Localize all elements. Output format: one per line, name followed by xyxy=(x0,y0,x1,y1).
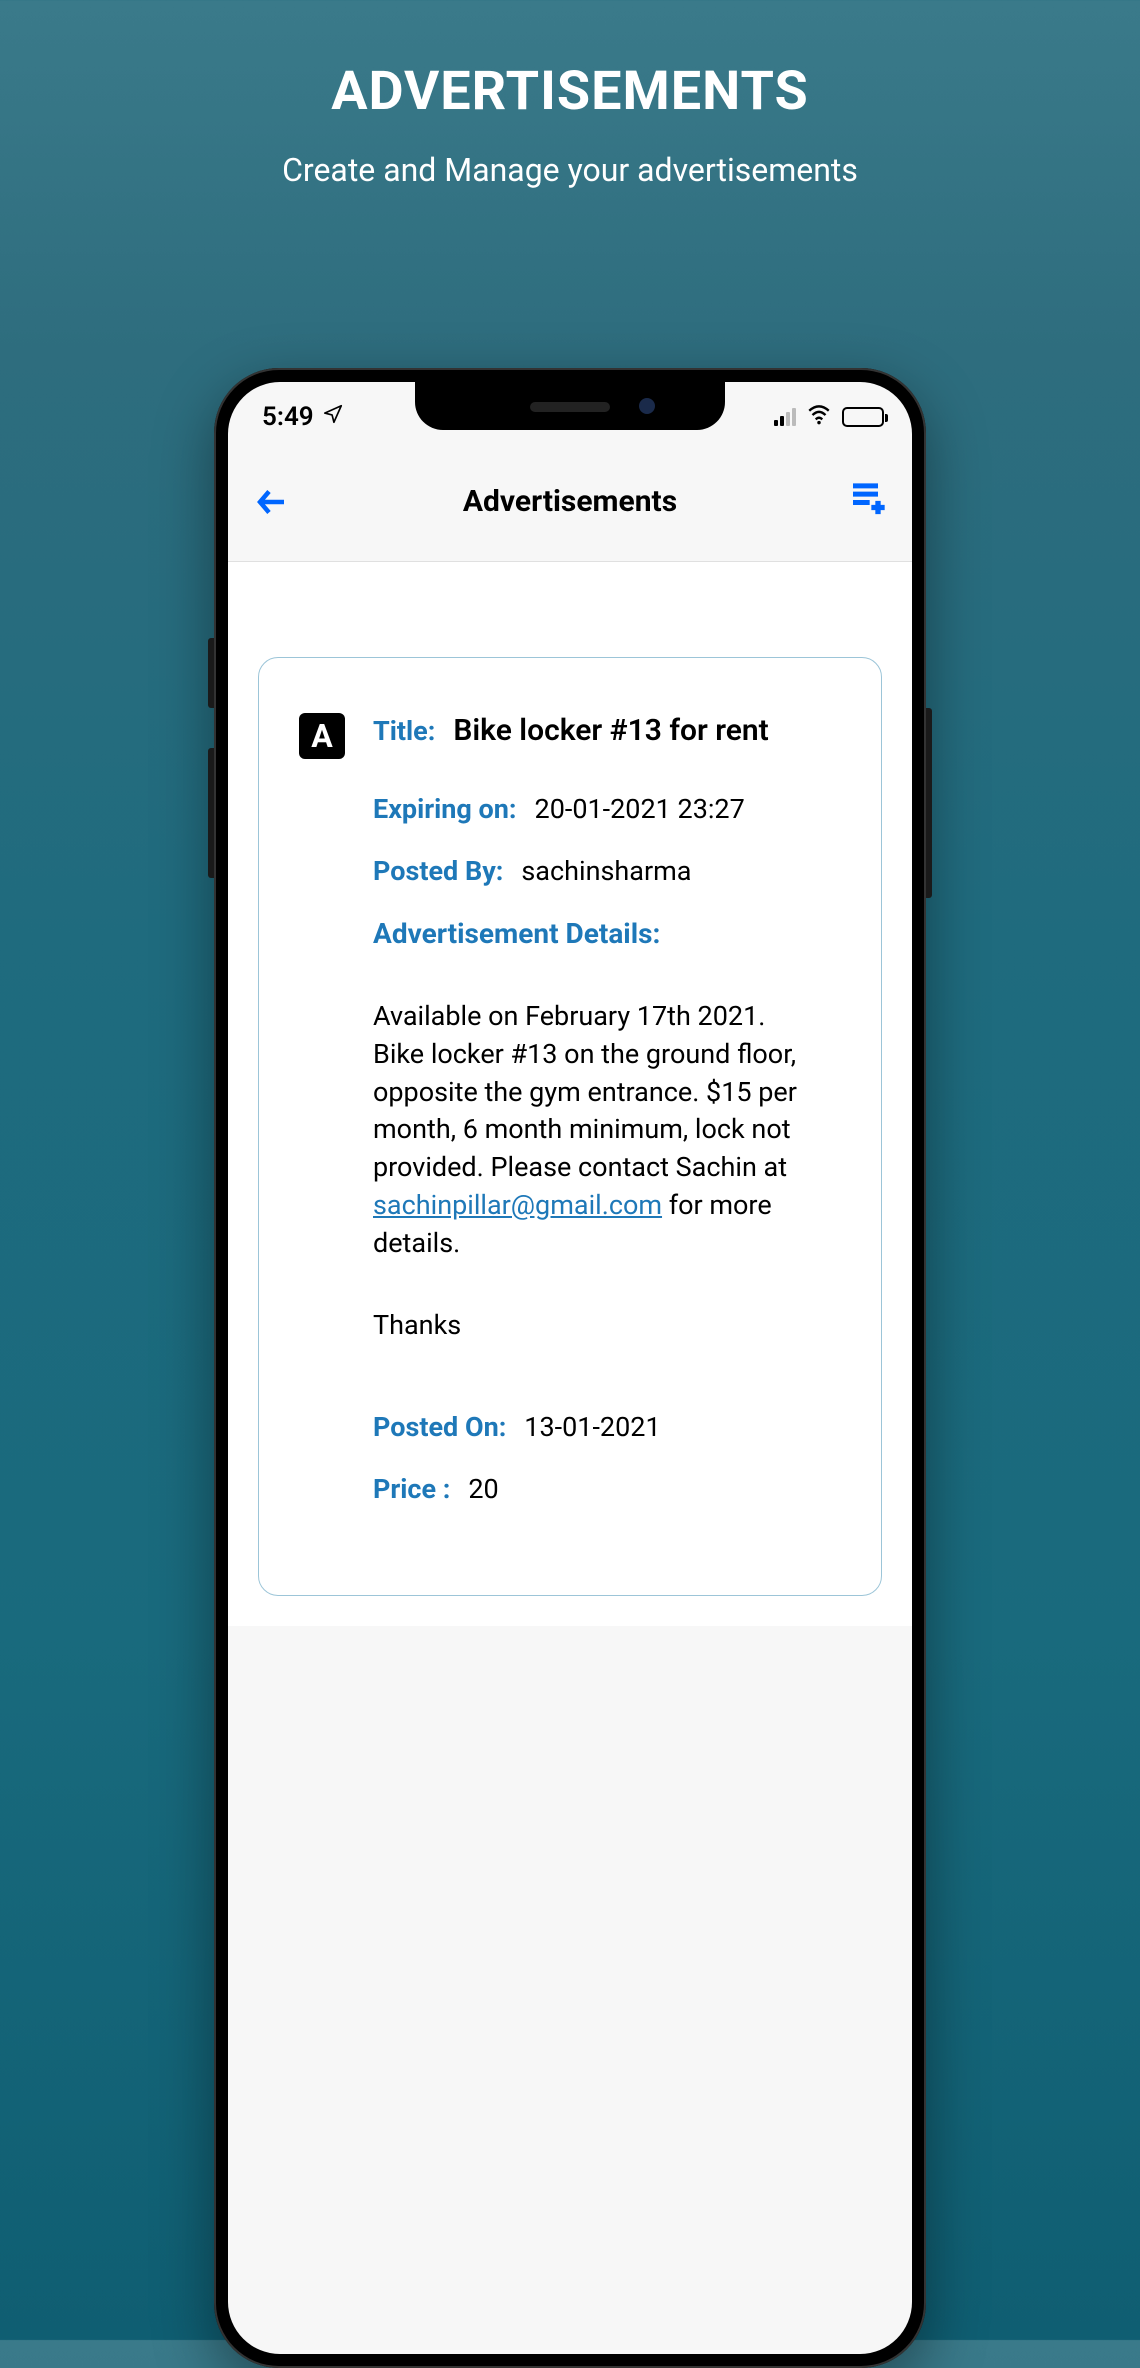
posted-by-value: sachinsharma xyxy=(521,855,691,887)
battery-icon xyxy=(842,407,884,427)
posted-by-label: Posted By: xyxy=(373,855,503,887)
ad-badge-icon: A xyxy=(299,713,345,759)
add-advertisement-button[interactable] xyxy=(848,477,888,526)
price-label: Price : xyxy=(373,1473,450,1505)
phone-screen: 5:49 Advertisements xyxy=(228,382,912,2354)
advertisement-card[interactable]: A Title: Bike locker #13 for rent Expiri… xyxy=(258,657,882,1596)
posted-on-label: Posted On: xyxy=(373,1411,506,1443)
list-add-icon xyxy=(848,477,888,517)
promo-subtitle: Create and Manage your advertisements xyxy=(0,151,1140,189)
title-label: Title: xyxy=(373,715,435,747)
page-title: Advertisements xyxy=(463,484,677,519)
arrow-left-icon xyxy=(254,484,290,520)
location-icon xyxy=(322,402,344,432)
phone-notch xyxy=(415,382,725,430)
back-button[interactable] xyxy=(248,478,296,526)
price-value: 20 xyxy=(468,1473,498,1505)
details-label: Advertisement Details: xyxy=(373,917,821,950)
promo-title: ADVERTISEMENTS xyxy=(0,60,1140,123)
app-header: Advertisements xyxy=(228,442,912,562)
content-area: A Title: Bike locker #13 for rent Expiri… xyxy=(228,562,912,1626)
expiring-label: Expiring on: xyxy=(373,793,517,825)
title-value: Bike locker #13 for rent xyxy=(453,713,768,748)
phone-frame: 5:49 Advertisements xyxy=(214,368,926,2368)
wifi-icon xyxy=(806,401,832,434)
expiring-value: 20-01-2021 23:27 xyxy=(535,793,745,825)
phone-side-button xyxy=(926,708,932,898)
details-text: Available on February 17th 2021. Bike lo… xyxy=(373,998,821,1263)
details-closing: Thanks xyxy=(373,1309,821,1341)
cellular-icon xyxy=(774,408,796,426)
phone-side-button xyxy=(208,638,214,708)
details-email-link[interactable]: sachinpillar@gmail.com xyxy=(373,1189,662,1221)
status-time: 5:49 xyxy=(262,402,314,432)
posted-on-value: 13-01-2021 xyxy=(524,1411,660,1443)
phone-side-button xyxy=(208,748,214,878)
